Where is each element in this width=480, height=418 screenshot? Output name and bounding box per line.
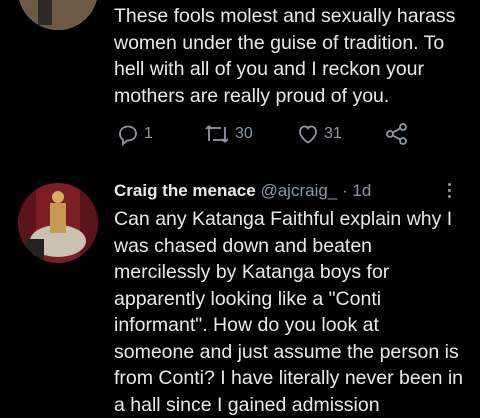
tweet-text-line: someone and just assume the person is [114,339,474,366]
tweet-text-line: Can any Katanga Faithful explain why I [114,206,474,233]
like-button[interactable]: 31 [296,120,342,148]
avatar[interactable] [18,183,98,263]
heart-icon [296,122,320,146]
retweet-icon [203,122,231,146]
more-vertical-icon [443,183,455,198]
like-count: 31 [324,125,342,143]
reply-count: 1 [144,125,153,143]
share-button[interactable] [384,120,410,148]
tweet-text: These fools molest and sexually harass w… [114,3,474,109]
share-icon [384,121,410,147]
avatar[interactable] [18,0,98,30]
display-name[interactable]: Craig the menace [114,181,256,200]
tweet-text-line: hell with all of you and I reckon your [114,56,474,83]
tweet-text-line: a hall since I gained admission [114,392,474,418]
separator-dot: · [342,181,348,200]
tweet-text-line: These fools molest and sexually harass [114,3,474,30]
retweet-count: 30 [235,125,253,143]
tweet-header: Craig the menace @ajcraig_ · 1d [114,180,371,202]
tweet-text-line: was chased down and beaten [114,233,474,260]
reply-button[interactable]: 1 [116,120,153,148]
tweet-text-line: mercilessly by Katanga boys for [114,259,474,286]
tweet-text-line: women under the guise of tradition. To [114,30,474,57]
reply-icon [116,122,140,146]
more-options-button[interactable] [443,181,455,203]
tweet-actions: 1 30 31 [114,120,444,148]
retweet-button[interactable]: 30 [203,120,253,148]
user-handle[interactable]: @ajcraig_ [260,181,337,200]
tweet-text-line: apparently looking like a "Conti [114,286,474,313]
tweet-text-line: informant". How do you look at [114,312,474,339]
tweet-text-line: mothers are really proud of you. [114,83,474,110]
tweet-text-line: from Conti? I have literally never been … [114,365,474,392]
tweet-text: Can any Katanga Faithful explain why I w… [114,206,474,418]
tweet-timestamp[interactable]: 1d [352,181,371,200]
